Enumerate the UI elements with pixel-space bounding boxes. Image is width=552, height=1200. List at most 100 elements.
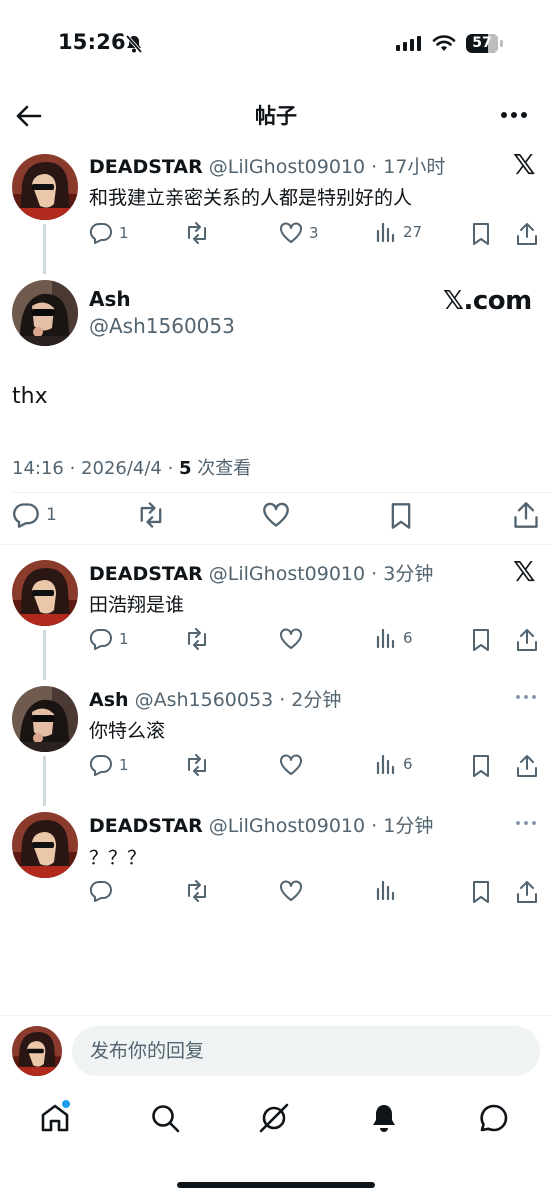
author-handle[interactable]: @Ash1560053 — [135, 689, 274, 711]
share-button[interactable] — [515, 628, 539, 652]
avatar-deadstar[interactable] — [12, 812, 78, 878]
thread-line — [43, 224, 46, 274]
reply-count: 1 — [119, 224, 129, 242]
share-icon — [517, 223, 537, 245]
author-name[interactable]: Ash — [89, 689, 129, 711]
avatar-ash[interactable] — [12, 686, 78, 752]
avatar-self[interactable] — [12, 1026, 62, 1076]
heart-icon — [280, 880, 302, 901]
separator-dot: · — [365, 815, 384, 837]
author-handle[interactable]: @LilGhost09010 — [209, 156, 365, 178]
post-header: DEADSTAR @LilGhost09010 · 1分钟 — [89, 811, 433, 838]
heart-icon — [280, 628, 302, 649]
author-name[interactable]: DEADSTAR — [89, 156, 203, 178]
share-icon — [514, 502, 538, 528]
reply-icon — [89, 628, 112, 650]
divider — [0, 544, 552, 545]
avatar-ash[interactable] — [12, 280, 78, 346]
repost-button[interactable] — [184, 628, 210, 650]
repost-icon — [188, 628, 206, 650]
tab-grok[interactable] — [256, 1100, 292, 1136]
bell-off-icon — [124, 34, 144, 58]
tab-search[interactable] — [147, 1100, 183, 1136]
like-button[interactable] — [279, 754, 303, 776]
heart-icon — [280, 222, 302, 243]
tab-notifications[interactable] — [366, 1100, 402, 1136]
avatar-deadstar[interactable] — [12, 154, 78, 220]
heart-icon — [280, 754, 302, 775]
tab-messages[interactable] — [476, 1100, 512, 1136]
reply-button[interactable] — [89, 880, 113, 902]
status-time: 15:26 — [58, 30, 126, 54]
reply-button[interactable]: 1 — [89, 222, 129, 244]
like-button[interactable] — [279, 628, 303, 650]
heart-icon — [263, 502, 289, 527]
views-button[interactable]: 27 — [375, 222, 422, 242]
more-options-button[interactable] — [498, 103, 530, 127]
views-button[interactable]: 6 — [375, 754, 413, 774]
like-button[interactable] — [279, 880, 303, 902]
bookmark-icon — [473, 881, 489, 903]
main-post-views-count: 5 — [179, 458, 192, 479]
post-more-button[interactable] — [515, 810, 537, 831]
author-name[interactable]: DEADSTAR — [89, 563, 203, 585]
grok-icon — [259, 1103, 289, 1133]
post-header: DEADSTAR @LilGhost09010 · 3分钟 — [89, 559, 433, 586]
repost-button[interactable] — [184, 754, 210, 776]
repost-button[interactable] — [184, 880, 210, 902]
repost-icon — [188, 754, 206, 776]
author-handle[interactable]: @LilGhost09010 — [209, 815, 365, 837]
share-icon — [517, 755, 537, 777]
bookmark-button[interactable] — [470, 754, 492, 778]
avatar-deadstar[interactable] — [12, 560, 78, 626]
like-count: 3 — [309, 224, 319, 242]
reply-button[interactable]: 1 — [89, 754, 129, 776]
reply-count: 1 — [119, 630, 129, 648]
bookmark-button[interactable] — [470, 880, 492, 904]
author-handle[interactable]: @LilGhost09010 — [209, 563, 365, 585]
bookmark-icon — [473, 223, 489, 245]
signal-icon — [396, 36, 421, 51]
divider — [0, 1015, 552, 1016]
main-repost-button[interactable] — [136, 502, 166, 528]
reply-icon — [13, 503, 39, 528]
main-post-datetime: 14:16 · 2026/4/4 · — [12, 458, 180, 479]
bookmark-icon — [391, 503, 411, 529]
bookmark-button[interactable] — [470, 628, 492, 652]
repost-button[interactable] — [184, 222, 210, 244]
deadstar-avatar-icon — [12, 1026, 62, 1076]
x-logo-icon: 𝕏 — [513, 148, 536, 181]
reply-button[interactable]: 1 — [89, 628, 129, 650]
views-button[interactable]: 6 — [375, 628, 413, 648]
main-author-name[interactable]: Ash — [89, 287, 131, 311]
bell-icon — [373, 1105, 395, 1132]
main-reply-button[interactable]: 1 — [12, 502, 57, 528]
views-button[interactable] — [375, 880, 397, 900]
main-bookmark-button[interactable] — [388, 502, 414, 530]
main-like-button[interactable] — [262, 502, 290, 528]
like-button[interactable]: 3 — [279, 222, 319, 244]
post-time: 3分钟 — [383, 563, 434, 585]
main-post-views-label[interactable]: 次查看 — [192, 458, 251, 479]
main-author-handle[interactable]: @Ash1560053 — [89, 314, 235, 338]
home-indicator[interactable] — [177, 1182, 375, 1188]
share-button[interactable] — [515, 880, 539, 904]
bookmark-icon — [473, 629, 489, 651]
views-icon — [376, 222, 395, 242]
post-time: 17小时 — [383, 156, 446, 178]
main-post-text: thx — [12, 384, 48, 409]
page-title: 帖子 — [255, 104, 297, 128]
main-reply-count: 1 — [46, 505, 57, 525]
share-button[interactable] — [515, 222, 539, 246]
main-share-button[interactable] — [512, 501, 540, 529]
reply-input[interactable]: 发布你的回复 — [72, 1026, 540, 1076]
divider — [12, 492, 552, 493]
post-more-button[interactable] — [515, 684, 537, 705]
separator-dot: · — [273, 689, 292, 711]
views-icon — [376, 754, 395, 774]
share-button[interactable] — [515, 754, 539, 778]
deadstar-avatar-icon — [12, 560, 78, 626]
bookmark-button[interactable] — [470, 222, 492, 246]
bookmark-icon — [473, 755, 489, 777]
author-name[interactable]: DEADSTAR — [89, 815, 203, 837]
